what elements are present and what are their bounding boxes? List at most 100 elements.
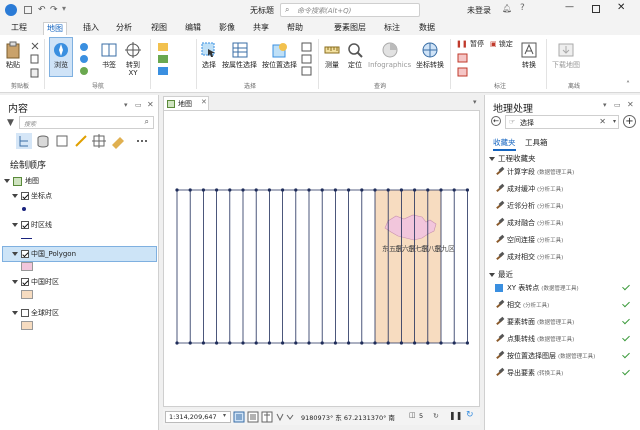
coordinate-point[interactable]: [188, 188, 192, 192]
coordinate-point[interactable]: [307, 341, 311, 345]
coordinate-point[interactable]: [426, 341, 430, 345]
selection-small-icons[interactable]: [300, 41, 314, 77]
add-button[interactable]: +: [623, 115, 636, 128]
coordinate-point[interactable]: [201, 188, 205, 192]
coordinate-point[interactable]: [333, 188, 337, 192]
coordinate-point[interactable]: [215, 341, 219, 345]
collapse-ribbon-icon[interactable]: ˄: [626, 80, 630, 89]
tool-item[interactable]: 计算字段 (数据管理工具): [495, 167, 574, 177]
polygon-symbol[interactable]: [21, 262, 33, 271]
layer-node[interactable]: 全球时区: [12, 308, 59, 318]
convert-labels-button[interactable]: 转换: [520, 41, 538, 69]
coordinate-point[interactable]: [386, 188, 390, 192]
recent-tool-item[interactable]: 相交 (分析工具): [495, 300, 549, 310]
tab-insert[interactable]: 插入: [80, 22, 102, 35]
expand-icon[interactable]: [489, 273, 495, 277]
expand-icon[interactable]: [12, 280, 18, 284]
coordinate-point[interactable]: [399, 188, 403, 192]
coordinate-point[interactable]: [228, 341, 232, 345]
select-by-location-button[interactable]: 按位置选择: [262, 41, 297, 69]
refresh-map-icon[interactable]: ↻: [466, 410, 474, 420]
refresh-icon[interactable]: ↻: [433, 412, 439, 420]
recent-tool-item[interactable]: XY 表转点 (数据管理工具): [495, 283, 579, 293]
layer-node[interactable]: 中国时区: [12, 277, 59, 287]
lock-labels-button[interactable]: ▣ 锁定: [490, 39, 513, 49]
tool-item[interactable]: 近邻分析 (分析工具): [495, 201, 563, 211]
download-map-button[interactable]: 下载地图: [552, 41, 580, 69]
tab-share[interactable]: 共享: [250, 22, 272, 35]
search-dropdown-icon[interactable]: ▾: [613, 118, 616, 125]
coordinate-point[interactable]: [188, 341, 192, 345]
recent-tool-item[interactable]: 导出要素 (转换工具): [495, 368, 563, 378]
coordinate-point[interactable]: [373, 341, 377, 345]
coordinate-point[interactable]: [254, 188, 258, 192]
map-canvas[interactable]: 东五区 东六区 东七区 东八区 东九区: [163, 110, 480, 407]
coordinate-point[interactable]: [333, 341, 337, 345]
qat-more-icon[interactable]: ▾: [62, 4, 66, 13]
project-favorites-header[interactable]: 工程收藏夹: [489, 153, 536, 164]
coordinate-point[interactable]: [439, 341, 443, 345]
coordinate-point[interactable]: [439, 188, 443, 192]
back-button[interactable]: ←: [491, 116, 501, 126]
tab-labeling[interactable]: 标注: [381, 22, 403, 35]
maximize-button[interactable]: [592, 5, 600, 13]
paste-button[interactable]: 粘贴: [4, 41, 22, 69]
explore-button[interactable]: 浏览: [49, 37, 73, 77]
tab-map[interactable]: 地图: [43, 22, 67, 35]
undo-icon[interactable]: ↶: [38, 5, 46, 15]
polygon-symbol[interactable]: [21, 290, 33, 299]
coordinate-point[interactable]: [215, 188, 219, 192]
coordinate-point[interactable]: [373, 188, 377, 192]
pane-options-icon[interactable]: ▾: [603, 101, 607, 109]
coordinate-point[interactable]: [426, 188, 430, 192]
map-view-tab[interactable]: 地图 ✕: [163, 96, 209, 110]
coordinate-point[interactable]: [241, 341, 245, 345]
tab-help[interactable]: 帮助: [284, 22, 306, 35]
minimize-button[interactable]: —: [565, 2, 574, 12]
tab-feature-layer[interactable]: 要素图层: [331, 22, 369, 35]
recent-tool-item[interactable]: 按位置选择图层 (数据管理工具): [495, 351, 595, 361]
coordinate-point[interactable]: [267, 341, 271, 345]
select-by-attributes-button[interactable]: 按属性选择: [222, 41, 257, 69]
status-bar-tools[interactable]: [233, 411, 295, 423]
coordinate-point[interactable]: [294, 188, 298, 192]
coordinate-point[interactable]: [452, 341, 456, 345]
line-symbol[interactable]: [21, 238, 32, 239]
coordinate-point[interactable]: [320, 341, 324, 345]
layer-visibility-checkbox[interactable]: [21, 309, 29, 317]
tab-analysis[interactable]: 分析: [113, 22, 135, 35]
coordinate-point[interactable]: [399, 341, 403, 345]
pin-icon[interactable]: ▭: [135, 101, 142, 109]
pin-icon[interactable]: ▭: [614, 101, 621, 109]
tool-item[interactable]: 成对缓冲 (分析工具): [495, 184, 563, 194]
tab-list-icon[interactable]: ▾: [473, 98, 477, 106]
tab-toolboxes[interactable]: 工具箱: [525, 137, 548, 148]
coordinate-point[interactable]: [175, 341, 179, 345]
navigate-small-icons[interactable]: [78, 41, 96, 77]
labeling-small-icons[interactable]: [456, 52, 470, 80]
pane-options-icon[interactable]: ▾: [124, 101, 128, 109]
coordinate-point[interactable]: [281, 188, 285, 192]
coordinate-point[interactable]: [347, 188, 351, 192]
pause-drawing-icon[interactable]: ❚❚: [449, 411, 462, 420]
china-time-zones-fill[interactable]: [375, 190, 441, 343]
coordinate-point[interactable]: [386, 341, 390, 345]
geoprocessing-close-icon[interactable]: ✕: [627, 100, 634, 109]
expand-icon[interactable]: [12, 252, 18, 256]
contents-search-input[interactable]: 搜索 ⌕: [19, 116, 154, 129]
time-zone-map[interactable]: 东五区 东六区 东七区 东八区 东九区: [164, 111, 481, 408]
recent-header[interactable]: 最近: [489, 269, 513, 280]
map-node[interactable]: 地图: [4, 176, 39, 186]
recent-tool-item[interactable]: 要素转面 (数据管理工具): [495, 317, 574, 327]
expand-icon[interactable]: [489, 157, 495, 161]
tool-search-input[interactable]: ☞ 选择 ✕ ▾: [505, 115, 619, 129]
expand-icon[interactable]: [4, 179, 10, 183]
layer-visibility-checkbox[interactable]: [21, 221, 29, 229]
contents-toolbar[interactable]: [16, 133, 158, 149]
layer-node[interactable]: 坐标点: [12, 191, 52, 201]
coordinate-point[interactable]: [228, 188, 232, 192]
expand-icon[interactable]: [12, 311, 18, 315]
contents-close-icon[interactable]: ✕: [147, 100, 154, 109]
layer-visibility-checkbox[interactable]: [21, 192, 29, 200]
coordinate-point[interactable]: [281, 341, 285, 345]
